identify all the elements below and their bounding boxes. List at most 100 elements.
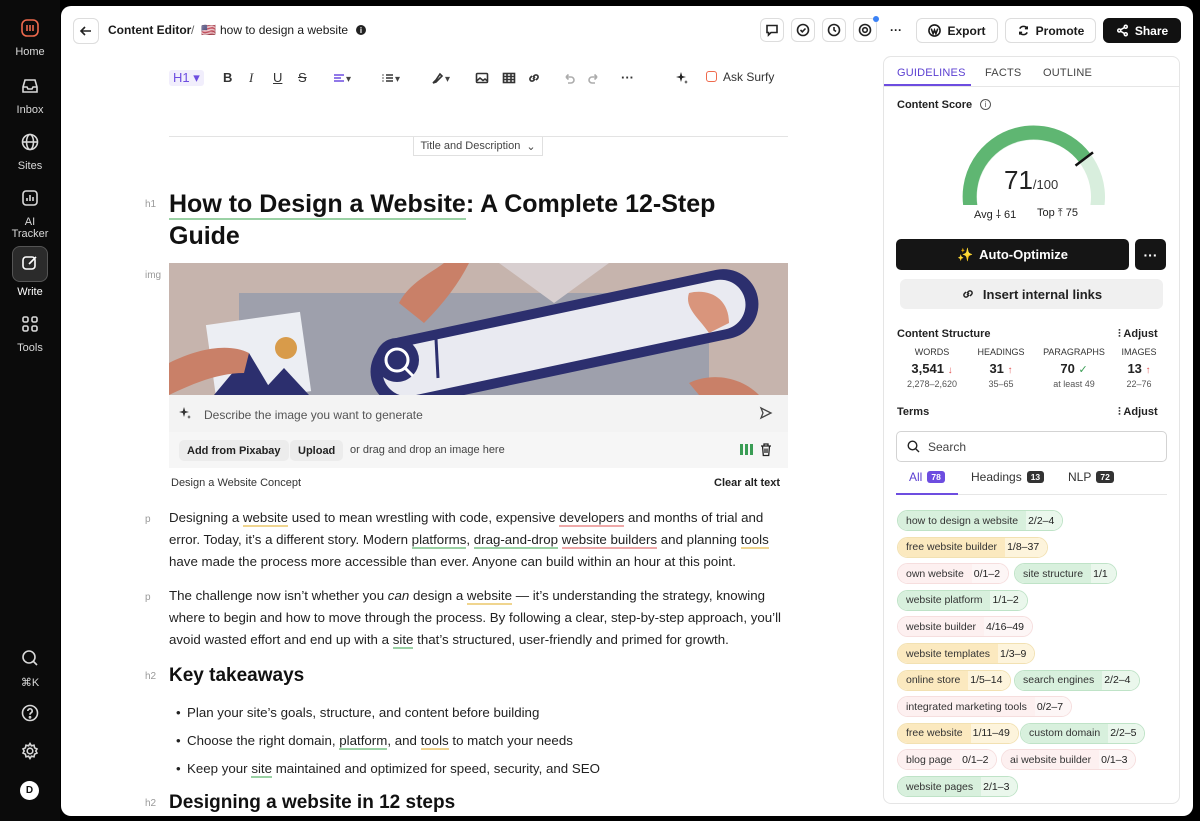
hero-image[interactable]	[169, 263, 788, 395]
insert-image-button[interactable]	[475, 71, 489, 90]
paragraph-2[interactable]: The challenge now isn’t whether you can …	[169, 585, 789, 651]
bullet-2[interactable]: Choose the right domain, platform, and t…	[176, 733, 573, 750]
info-icon[interactable]: i	[356, 25, 366, 35]
bullet-3[interactable]: Keep your site maintained and optimized …	[176, 761, 600, 778]
term-chip[interactable]: website platform 1/1–2	[897, 589, 1028, 611]
columns-icon[interactable]	[740, 444, 753, 455]
clear-alt-text-button[interactable]: Clear alt text	[714, 477, 780, 489]
score-max: /100	[1032, 177, 1059, 192]
rail-settings[interactable]	[0, 741, 60, 769]
tab-guidelines[interactable]: GUIDELINES	[897, 67, 966, 79]
title-description-toggle[interactable]: Title and Description ⌄	[413, 137, 543, 156]
term-name: how to design a website	[898, 511, 1027, 530]
term-chip[interactable]: website builder 4/16–49	[897, 616, 1034, 638]
rail-home[interactable]: Home	[0, 18, 60, 58]
help-icon	[19, 703, 41, 725]
insert-link-button[interactable]	[527, 71, 541, 90]
insert-internal-links-button[interactable]: Insert internal links	[900, 279, 1163, 309]
term-chip[interactable]: own website 0/1–2	[897, 563, 1010, 585]
check-circle-icon	[796, 23, 810, 37]
term-chip[interactable]: blog page 0/1–2	[897, 749, 998, 771]
highlight-button[interactable]: ▾	[431, 71, 450, 90]
upload-button[interactable]: Upload	[290, 440, 344, 461]
share-button[interactable]: Share	[1103, 18, 1181, 43]
top-score: Top ⤒ 75	[1037, 207, 1078, 219]
more-button[interactable]: ···	[884, 18, 908, 42]
score-info-icon[interactable]: i	[980, 99, 991, 110]
rail-help[interactable]	[0, 703, 60, 731]
auto-optimize-more-button[interactable]: ···	[1135, 239, 1166, 270]
terms-adjust-button[interactable]: ⫶ Adjust	[1118, 406, 1158, 419]
redo-button[interactable]	[587, 71, 601, 90]
add-from-pixabay-button[interactable]: Add from Pixabay	[179, 440, 289, 461]
send-icon[interactable]	[759, 406, 773, 423]
list-button[interactable]: ▾	[381, 71, 400, 90]
rail-sites[interactable]: Sites	[0, 132, 60, 172]
check-button[interactable]	[791, 18, 815, 42]
ask-surfy-button[interactable]: Ask Surfy	[706, 70, 774, 84]
term-count: 0/1–3	[1099, 750, 1136, 770]
breadcrumb-doc-title[interactable]: how to design a website	[220, 23, 348, 37]
undo-button[interactable]	[562, 71, 576, 90]
terms-tab-all[interactable]: All 78	[909, 470, 945, 484]
term-chip[interactable]: search engines 2/2–4	[1014, 669, 1140, 691]
insert-table-button[interactable]	[502, 71, 516, 90]
bold-button[interactable]: B	[223, 70, 232, 85]
term-chip[interactable]: website templates 1/3–9	[897, 643, 1036, 664]
structure-adjust-button[interactable]: ⫶ Adjust	[1118, 328, 1158, 341]
avatar[interactable]: D	[20, 781, 39, 800]
heading-12-steps[interactable]: Designing a website in 12 steps	[169, 792, 455, 814]
history-button[interactable]	[822, 18, 846, 42]
terms-search-input[interactable]: Search	[896, 431, 1167, 462]
term-chip[interactable]: free website 1/11–49	[897, 722, 1019, 744]
image-prompt-input[interactable]: Describe the image you want to generate	[204, 408, 423, 422]
term-chip[interactable]: website pages 2/1–3	[897, 776, 1019, 797]
rail-inbox[interactable]: Inbox	[0, 76, 60, 116]
terms-tab-headings[interactable]: Headings 13	[971, 470, 1045, 484]
write-icon	[20, 253, 40, 276]
search-placeholder: Search	[928, 439, 967, 454]
breadcrumb-content-editor[interactable]: Content Editor	[108, 23, 191, 37]
term-chip[interactable]: free website builder 1/8–37	[897, 536, 1049, 558]
italic-button[interactable]: I	[249, 70, 253, 86]
auto-optimize-button[interactable]: ✨ Auto-Optimize	[896, 239, 1129, 270]
stat-paragraphs: PARAGRAPHS 70 ✓ at least 49	[1043, 347, 1105, 389]
term-chip[interactable]: online store 1/5–14	[897, 669, 1012, 691]
strikethrough-button[interactable]: S	[298, 70, 307, 85]
back-button[interactable]	[73, 18, 99, 44]
heading-select[interactable]: H1 ▾	[169, 70, 204, 86]
arrow-left-icon	[79, 26, 91, 36]
terms-tab-nlp[interactable]: NLP 72	[1068, 470, 1114, 484]
paragraph-1[interactable]: Designing a website used to mean wrestli…	[169, 507, 789, 573]
term-chip[interactable]: site structure 1/1	[1014, 563, 1117, 585]
search-icon	[907, 440, 920, 453]
image-icon	[475, 72, 489, 84]
term-chip[interactable]: integrated marketing tools 0/2–7	[897, 696, 1073, 718]
article-title[interactable]: How to Design a Website: A Complete 12-S…	[169, 188, 789, 252]
term-name: custom domain	[1021, 723, 1109, 743]
rail-tools[interactable]: Tools	[0, 314, 60, 354]
term-chip[interactable]: ai website builder 0/1–3	[1001, 749, 1137, 771]
tab-facts[interactable]: FACTS	[985, 67, 1021, 79]
align-button[interactable]: ▾	[332, 71, 351, 90]
panel-tabs: GUIDELINES FACTS OUTLINE	[884, 57, 1179, 87]
integrations-button[interactable]	[853, 18, 877, 42]
bullet-1[interactable]: Plan your site’s goals, structure, and c…	[176, 705, 539, 720]
promote-button[interactable]: Promote	[1005, 18, 1096, 43]
tab-outline[interactable]: OUTLINE	[1043, 67, 1092, 79]
image-caption[interactable]: Design a Website Concept	[171, 477, 301, 489]
rail-search[interactable]: ⌘K	[0, 648, 60, 689]
ai-sparkle-button[interactable]	[675, 71, 689, 90]
term-chip[interactable]: how to design a website 2/2–4	[897, 510, 1064, 531]
heading-key-takeaways[interactable]: Key takeaways	[169, 665, 304, 687]
align-left-icon	[334, 74, 344, 82]
toolbar-more-button[interactable]: ···	[621, 70, 634, 85]
export-button[interactable]: Export	[916, 18, 998, 43]
comment-button[interactable]	[760, 18, 784, 42]
trash-icon[interactable]	[759, 442, 773, 460]
underline-button[interactable]: U	[273, 70, 282, 85]
term-count: 1/5–14	[968, 670, 1011, 690]
rail-write[interactable]: Write	[0, 246, 60, 298]
term-chip[interactable]: custom domain 2/2–5	[1020, 722, 1146, 744]
rail-ai-tracker[interactable]: AI Tracker	[0, 188, 60, 240]
